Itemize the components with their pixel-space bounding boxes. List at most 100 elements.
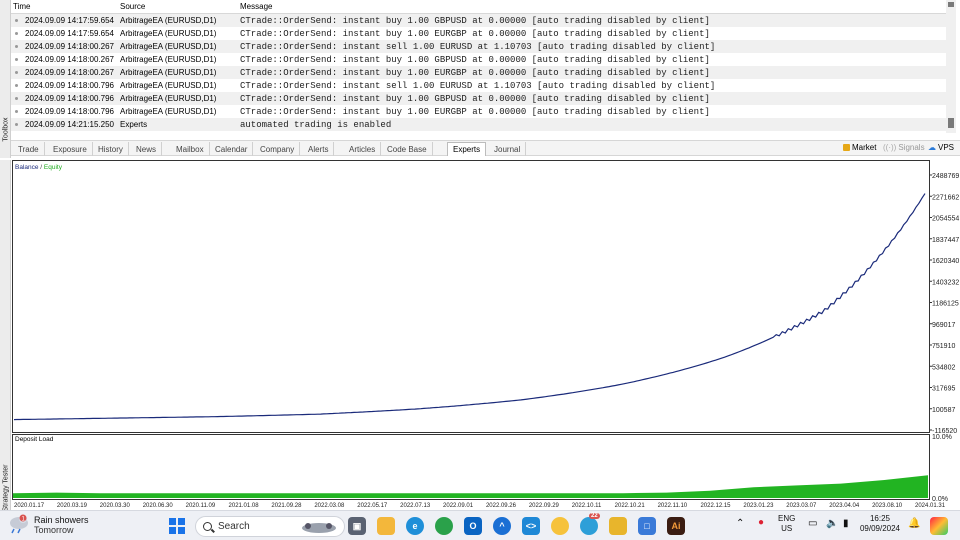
balance-chart-panel: 2488769 2271662 2054554 1837447 1620340 14032… — [12, 160, 960, 510]
tab-alerts[interactable]: Alerts — [303, 142, 335, 156]
row-source: Experts — [120, 120, 148, 129]
signals-tab[interactable]: ((·)) Signals — [883, 143, 925, 152]
cloud-icon: ☁ — [928, 143, 936, 152]
strategy-tester-sidebar[interactable]: Strategy Tester — [0, 160, 11, 512]
edge-browser-icon[interactable]: e — [406, 517, 424, 535]
log-level-icon — [15, 84, 18, 87]
log-level-icon — [15, 110, 18, 113]
row-message: CTrade::OrderSend: instant buy 1.00 GBPU… — [240, 93, 710, 104]
telegram-badge: 22 — [589, 513, 600, 519]
search-placeholder: Search — [218, 521, 250, 532]
row-source: ArbitrageEA (EURUSD,D1) — [120, 68, 217, 77]
chrome-browser-icon[interactable] — [435, 517, 453, 535]
x-tick-label: 2024.01.31 — [915, 503, 946, 509]
row-time: 2024.09.09 14:18:00.796 — [25, 94, 114, 103]
taskbar-search-box[interactable]: Search — [195, 516, 345, 537]
column-header-message[interactable]: Message — [240, 2, 272, 11]
row-message: CTrade::OrderSend: instant buy 1.00 EURG… — [240, 28, 710, 39]
row-message: CTrade::OrderSend: instant sell 1.00 EUR… — [240, 41, 716, 52]
tab-history[interactable]: History — [93, 142, 129, 156]
deposit-load-title: Deposit Load — [15, 436, 54, 443]
chart-legend: Balance / Equity — [15, 164, 63, 171]
y-tick-label: 2054554 — [932, 216, 959, 223]
tab-code-base[interactable]: Code Base — [382, 142, 433, 156]
column-header-source[interactable]: Source — [120, 2, 145, 11]
table-row[interactable]: 2024.09.09 14:18:00.267 ArbitrageEA (EURU… — [11, 40, 956, 53]
row-time: 2024.09.09 14:18:00.267 — [25, 68, 114, 77]
outlook-icon[interactable]: O — [464, 517, 482, 535]
file-explorer-icon[interactable] — [377, 517, 395, 535]
task-view-icon[interactable]: ▣ — [348, 517, 366, 535]
network-icon[interactable]: ▭ — [808, 519, 817, 529]
signal-icon: ((·)) — [883, 143, 897, 152]
copilot-icon[interactable] — [930, 517, 948, 535]
chevron-up-icon[interactable]: ⌃ — [736, 519, 744, 529]
x-tick-label: 2023.08.10 — [872, 503, 903, 509]
tab-articles[interactable]: Articles — [344, 142, 382, 156]
x-tick-label: 2022.09.01 — [443, 503, 474, 509]
search-highlight-icon — [302, 523, 336, 533]
clock[interactable]: 16:25 09/09/2024 — [858, 514, 902, 534]
scroll-up-arrow-icon[interactable] — [948, 2, 954, 7]
search-icon — [203, 522, 212, 531]
toolbox-tabs: Trade Exposure History News Mailbox Calendar C… — [11, 140, 960, 156]
column-header-time[interactable]: Time — [13, 2, 30, 11]
x-tick-label: 2021.09.28 — [271, 503, 302, 509]
tab-calendar[interactable]: Calendar — [210, 142, 254, 156]
y-tick-label: 1403232 — [932, 279, 959, 286]
tab-mailbox[interactable]: Mailbox — [171, 142, 210, 156]
toolbox-sidebar[interactable]: Toolbox — [0, 0, 11, 158]
notification-bell-icon[interactable]: 🔔 — [908, 519, 920, 529]
legend-balance: Balance — [15, 164, 39, 171]
deposit-y-max-label: 10.0% — [932, 434, 952, 441]
journal-scrollbar[interactable] — [946, 0, 956, 133]
battery-icon[interactable]: ▮ — [843, 519, 849, 529]
row-time: 2024.09.09 14:18:00.267 — [25, 42, 114, 51]
table-row[interactable]: 2024.09.09 14:17:59.654 ArbitrageEA (EURU… — [11, 14, 956, 27]
language-indicator[interactable]: ENG US — [778, 514, 795, 534]
vps-tab[interactable]: ☁ VPS — [928, 143, 954, 152]
window-app-icon[interactable]: □ — [638, 517, 656, 535]
tab-experts[interactable]: Experts — [447, 142, 487, 156]
windows-start-icon[interactable] — [168, 517, 186, 535]
log-level-icon — [15, 97, 18, 100]
tab-news[interactable]: News — [131, 142, 163, 156]
table-row[interactable]: 2024.09.09 14:17:59.654 ArbitrageEA (EURU… — [11, 27, 956, 40]
scrollbar-thumb[interactable] — [948, 118, 954, 128]
table-row[interactable]: 2024.09.09 14:18:00.267 ArbitrageEA (EURU… — [11, 53, 956, 66]
volume-icon[interactable]: 🔈 — [826, 519, 838, 529]
tab-company[interactable]: Company — [255, 142, 301, 156]
y-tick-label: 534802 — [932, 364, 955, 371]
y-tick-label: 100587 — [932, 407, 955, 414]
y-tick-label: 751910 — [932, 343, 955, 350]
row-time: 2024.09.09 14:17:59.654 — [25, 29, 114, 38]
x-tick-label: 2022.12.15 — [700, 503, 731, 509]
telegram-icon[interactable]: 22 — [580, 513, 600, 535]
row-message: CTrade::OrderSend: instant buy 1.00 EURG… — [240, 67, 710, 78]
x-tick-label: 2022.09.26 — [486, 503, 517, 509]
metatrader-icon[interactable] — [551, 517, 569, 535]
row-source: ArbitrageEA (EURUSD,D1) — [120, 29, 217, 38]
app-icon[interactable]: ^ — [493, 517, 511, 535]
tab-exposure[interactable]: Exposure — [48, 142, 93, 156]
row-time: 2024.09.09 14:17:59.654 — [25, 16, 114, 25]
x-tick-label: 2020.03.30 — [100, 503, 131, 509]
table-row[interactable]: 2024.09.09 14:18:00.796 ArbitrageEA (EURU… — [11, 79, 956, 92]
table-row[interactable]: 2024.09.09 14:18:00.267 ArbitrageEA (EURU… — [11, 66, 956, 79]
table-row[interactable]: 2024.09.09 14:21:15.250 Experts automated … — [11, 118, 956, 131]
row-source: ArbitrageEA (EURUSD,D1) — [120, 55, 217, 64]
tab-trade[interactable]: Trade — [13, 142, 45, 156]
x-tick-label: 2023.04.04 — [829, 503, 860, 509]
illustrator-icon[interactable]: Ai — [667, 517, 685, 535]
row-time: 2024.09.09 14:18:00.267 — [25, 55, 114, 64]
vscode-icon[interactable]: <> — [522, 517, 540, 535]
x-tick-label: 2020.03.19 — [57, 503, 88, 509]
table-row[interactable]: 2024.09.09 14:18:00.796 ArbitrageEA (EURU… — [11, 105, 956, 118]
notes-app-icon[interactable] — [609, 517, 627, 535]
clock-time: 16:25 — [869, 514, 891, 523]
security-icon[interactable]: ● — [758, 518, 764, 528]
table-row[interactable]: 2024.09.09 14:18:00.796 ArbitrageEA (EURU… — [11, 92, 956, 105]
balance-plot-frame — [12, 160, 930, 433]
tab-journal[interactable]: Journal — [489, 142, 527, 156]
market-tab[interactable]: Market — [843, 143, 876, 152]
